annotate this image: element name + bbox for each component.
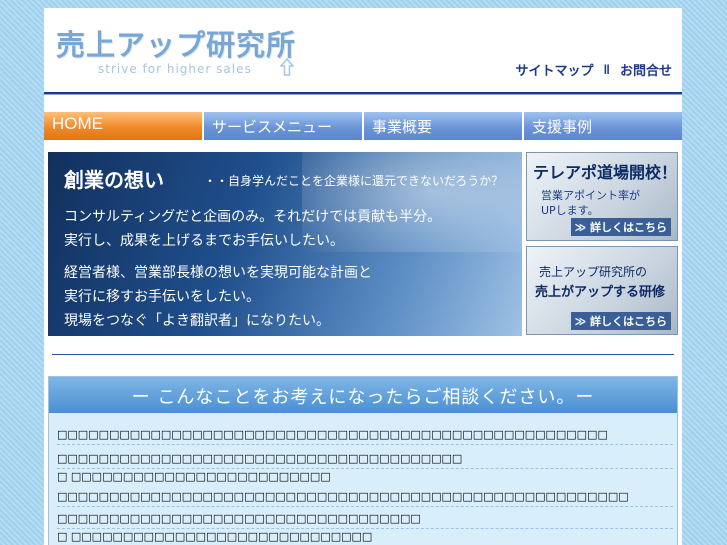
up-arrow-icon: [280, 58, 294, 76]
banner-text-line: UPします。: [541, 204, 599, 217]
hero-line: 実行に移すお手伝いをしたい。: [64, 289, 260, 305]
banner-text: 売上がアップする研修: [535, 285, 666, 300]
sitemap-link[interactable]: サイトマップ: [516, 60, 594, 79]
nav-item-case-studies[interactable]: 支援事例: [524, 112, 682, 140]
hero-line: コンサルティングだと企画のみ。それだけでは貢献も半分。: [64, 209, 442, 225]
consult-item: □□□□□□□□□□□□□□□□□□□□□□□□□□□□□□□□□□□□□□□□…: [57, 425, 673, 445]
site-header: 売上アップ研究所 strive for higher sales サイトマップ …: [44, 8, 682, 96]
banner-more-link[interactable]: ≫ 詳しくはこちら: [570, 218, 671, 236]
hero-line: 経営者様、営業部長様の想いを実現可能な計画と: [64, 265, 372, 281]
consult-section: ー こんなことをお考えになったらご相談ください。ー □□□□□□□□□□□□□□…: [48, 376, 678, 545]
contact-link[interactable]: お問合せ: [620, 60, 672, 79]
teleapo-dojo-banner[interactable]: テレアポ道場開校！ 営業アポイント率が UPします。 ≫ 詳しくはこちら: [526, 152, 678, 241]
consult-item: □□□□□□□□□□□□□□□□□□□□□□□□□□□□□□□□□□□: [57, 509, 673, 529]
banner-text: 営業アポイント率が UPします。: [541, 188, 640, 218]
consult-item: □ □□□□□□□□□□□□□□□□□□□□□□□□□: [57, 470, 331, 483]
banner-title: 売上アップ研究所の: [539, 265, 648, 279]
nav-item-home[interactable]: HOME: [44, 112, 204, 140]
header-divider: [44, 92, 682, 95]
hero-banner: 創業の想い ・・自身学んだことを企業様に還元できないだろうか？ コンサルティング…: [48, 152, 522, 336]
hero-line: 実行し、成果を上げるまでお手伝いしたい。: [64, 233, 344, 249]
page-container: 売上アップ研究所 strive for higher sales サイトマップ …: [44, 8, 682, 545]
consult-item: □□□□□□□□□□□□□□□□□□□□□□□□□□□□□□□□□□□□□□□□…: [57, 487, 673, 507]
main-nav: HOME サービスメニュー 事業概要 支援事例: [44, 112, 682, 140]
hero-title: 創業の想い: [64, 168, 164, 192]
consult-heading: ー こんなことをお考えになったらご相談ください。ー: [49, 377, 677, 413]
hero-subtitle: ・・自身学んだことを企業様に還元できないだろうか？: [204, 174, 504, 188]
consult-item: □ □□□□□□□□□□□□□□□□□□□□□□□□□□□□□: [57, 530, 373, 543]
section-divider: [52, 354, 674, 355]
banner-more-link[interactable]: ≫ 詳しくはこちら: [570, 312, 671, 330]
hero-line: 現場をつなぐ「よき翻訳者」になりたい。: [64, 313, 330, 329]
consult-item: □□□□□□□□□□□□□□□□□□□□□□□□□□□□□□□□□□□□□□□: [57, 449, 673, 469]
link-separator: ‖: [603, 62, 610, 77]
banner-text-line: 営業アポイント率が: [541, 189, 640, 202]
site-logo-title[interactable]: 売上アップ研究所: [56, 22, 296, 64]
site-tagline: strive for higher sales: [98, 62, 252, 76]
banner-title: テレアポ道場開校！: [533, 163, 678, 182]
training-banner[interactable]: 売上アップ研究所の 売上がアップする研修 ≫ 詳しくはこちら: [526, 246, 678, 335]
header-links: サイトマップ ‖ お問合せ: [516, 60, 673, 79]
nav-item-business-overview[interactable]: 事業概要: [364, 112, 524, 140]
nav-item-service-menu[interactable]: サービスメニュー: [204, 112, 364, 140]
